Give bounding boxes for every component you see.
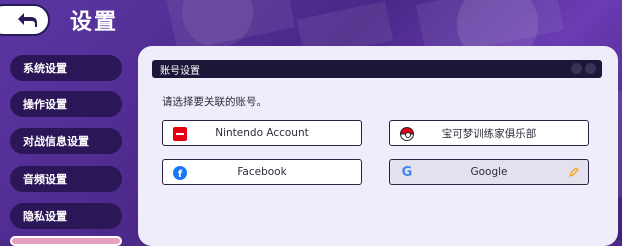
sidebar-item-account-selected[interactable] (10, 236, 122, 246)
sidebar-item-privacy[interactable]: 隐私设置 (10, 203, 122, 229)
google-button[interactable]: G Google (389, 159, 589, 185)
pencil-icon (569, 167, 579, 177)
sidebar-item-audio[interactable]: 音频设置 (10, 166, 122, 192)
sidebar-item-label: 操作设置 (23, 98, 67, 111)
account-label: Nintendo Account (215, 127, 309, 139)
panel-header: 账号设置 (152, 60, 602, 78)
header-decoration (571, 63, 596, 74)
nintendo-account-button[interactable]: Nintendo Account (162, 120, 362, 146)
account-label: 宝可梦训练家俱乐部 (441, 127, 537, 140)
account-label: Facebook (237, 166, 287, 178)
google-icon: G (401, 165, 413, 180)
nintendo-icon (173, 127, 187, 141)
prompt-text: 请选择要关联的账号。 (162, 96, 267, 108)
sidebar-item-label: 隐私设置 (23, 210, 67, 223)
sidebar-item-controls[interactable]: 操作设置 (10, 91, 122, 117)
pokeball-icon (400, 127, 414, 141)
facebook-button[interactable]: f Facebook (162, 159, 362, 185)
sidebar-item-system[interactable]: 系统设置 (10, 55, 122, 81)
back-arrow-icon (18, 13, 37, 27)
sidebar-item-label: 音频设置 (23, 173, 67, 186)
background-tile (165, 0, 295, 52)
back-button[interactable] (0, 4, 50, 36)
pokemon-trainer-club-button[interactable]: 宝可梦训练家俱乐部 (389, 120, 589, 146)
sidebar-item-label: 对战信息设置 (23, 135, 89, 148)
panel-heading: 账号设置 (160, 65, 200, 77)
sidebar-item-battle-info[interactable]: 对战信息设置 (10, 128, 122, 154)
sidebar-item-label: 系统设置 (23, 62, 67, 75)
page-title: 设置 (70, 10, 119, 35)
account-label: Google (470, 166, 508, 178)
facebook-icon: f (173, 166, 187, 180)
